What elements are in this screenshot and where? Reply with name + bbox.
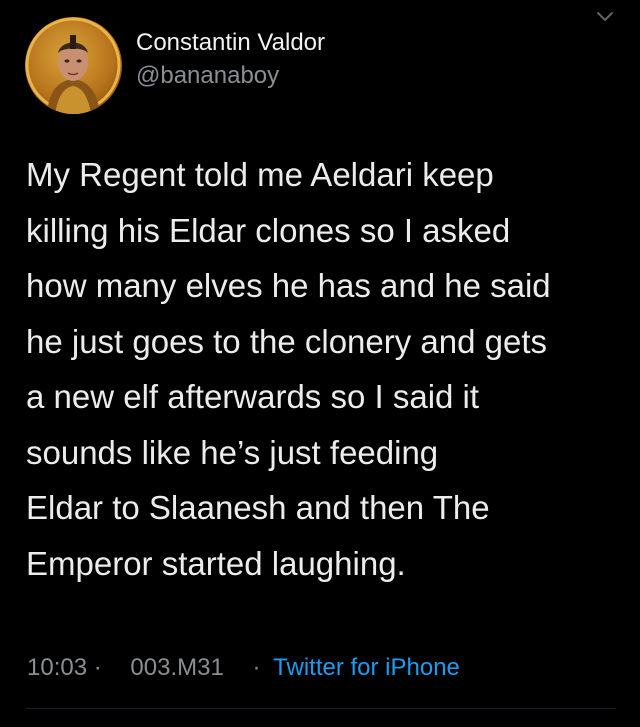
avatar[interactable] — [25, 17, 122, 114]
tweet-time[interactable]: 10:03 — [27, 654, 87, 681]
author-handle[interactable]: @bananaboy — [136, 59, 325, 93]
tweet-card: Constantin Valdor @bananaboy My Regent t… — [0, 0, 640, 727]
tweet-text-line: how many elves he has and he said — [26, 267, 551, 304]
tweet-source-link[interactable]: Twitter for iPhone — [273, 654, 460, 681]
tweet-text-line: sounds like he’s just feeding — [26, 433, 439, 471]
meta-separator: · — [93, 654, 102, 681]
author-display-name[interactable]: Constantin Valdor — [136, 27, 325, 59]
chevron-down-icon[interactable] — [594, 8, 616, 24]
meta-separator: · — [252, 654, 261, 681]
avatar-portrait-icon — [25, 17, 121, 114]
tweet-text-line: Emperor started laughing. — [26, 544, 406, 582]
tweet-meta: 10:03 · 003.M31 · Twitter for iPhone — [27, 650, 460, 686]
tweet-text-line: killing his Eldar clones so I asked — [26, 211, 511, 249]
tweet-text-line: he just goes to the clonery and gets — [26, 322, 548, 360]
tweet-text-line: My Regent told me Aeldari keep — [26, 156, 494, 193]
tweet-text-line: a new elf afterwards so I said it — [26, 378, 480, 415]
tweet-text-line: Eldar to Slaanesh and then The — [26, 489, 490, 526]
tweet-text: My Regent told me Aeldari keep killing h… — [26, 147, 616, 591]
author-block[interactable]: Constantin Valdor @bananaboy — [136, 27, 325, 93]
tweet-date[interactable]: 003.M31 — [130, 654, 223, 681]
divider — [26, 708, 616, 709]
